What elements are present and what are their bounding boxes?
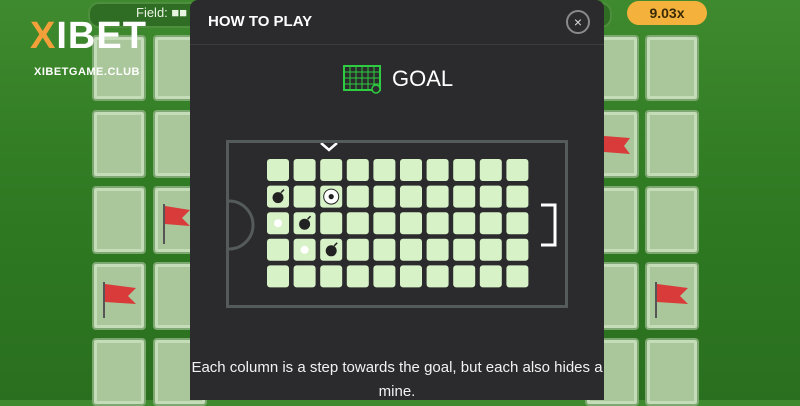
brand-logo: XIBET bbox=[30, 16, 147, 56]
demo-cell bbox=[320, 265, 343, 288]
demo-cell bbox=[346, 238, 369, 261]
demo-cell bbox=[400, 265, 422, 288]
demo-cell bbox=[453, 212, 476, 235]
flag-icon bbox=[103, 282, 136, 318]
demo-cell bbox=[426, 185, 449, 208]
modal-header: HOW TO PLAY × bbox=[190, 0, 604, 45]
demo-pitch bbox=[226, 140, 568, 308]
demo-cell bbox=[400, 212, 422, 235]
path-dot bbox=[300, 245, 309, 254]
instructions-text: Each column is a step towards the goal, … bbox=[191, 359, 603, 400]
demo-cell bbox=[506, 212, 529, 235]
demo-cell bbox=[320, 212, 343, 235]
demo-cell bbox=[373, 212, 396, 235]
demo-cell bbox=[479, 159, 502, 181]
logo-x: X bbox=[30, 15, 57, 57]
board-tile[interactable] bbox=[645, 186, 699, 254]
demo-cell bbox=[267, 238, 289, 261]
demo-cell bbox=[453, 238, 476, 261]
demo-cell bbox=[453, 265, 476, 288]
board-tile[interactable] bbox=[645, 338, 699, 406]
mode-name: GOAL bbox=[392, 66, 454, 91]
demo-cell bbox=[346, 159, 369, 181]
how-to-play-modal: HOW TO PLAY × GOAL Each column is a step… bbox=[190, 0, 604, 400]
goal-net-icon bbox=[343, 65, 381, 94]
board-tile[interactable] bbox=[92, 186, 146, 254]
demo-cell bbox=[506, 238, 529, 261]
demo-cell bbox=[373, 185, 396, 208]
demo-cell bbox=[346, 185, 369, 208]
demo-cell bbox=[293, 265, 316, 288]
flag-icon bbox=[163, 204, 190, 244]
brand-subtitle: XIBETGAME.CLUB bbox=[34, 66, 140, 78]
flag-icon bbox=[655, 282, 688, 318]
path-dot bbox=[274, 219, 282, 228]
demo-cell bbox=[400, 159, 422, 181]
modal-title: HOW TO PLAY bbox=[208, 13, 313, 30]
demo-cell bbox=[453, 185, 476, 208]
demo-cell bbox=[373, 238, 396, 261]
demo-cell bbox=[373, 265, 396, 288]
demo-cell bbox=[479, 265, 502, 288]
board-tile[interactable] bbox=[645, 35, 699, 101]
demo-cell bbox=[400, 238, 422, 261]
logo-text: IBET bbox=[56, 15, 147, 57]
demo-cell bbox=[479, 185, 502, 208]
demo-cell bbox=[373, 159, 396, 181]
demo-cell bbox=[453, 159, 476, 181]
demo-grid bbox=[267, 159, 529, 288]
multiplier-badge: 9.03x bbox=[627, 1, 707, 25]
demo-cell bbox=[346, 265, 369, 288]
ball-icon bbox=[323, 188, 340, 205]
close-button[interactable]: × bbox=[566, 10, 590, 34]
demo-cell bbox=[426, 265, 449, 288]
demo-cell bbox=[346, 212, 369, 235]
demo-cell bbox=[506, 265, 529, 288]
demo-cell bbox=[426, 238, 449, 261]
board-tile[interactable] bbox=[92, 338, 146, 406]
demo-cell bbox=[320, 159, 343, 181]
demo-cell bbox=[426, 212, 449, 235]
board-tile[interactable] bbox=[645, 110, 699, 178]
flag-icon bbox=[604, 136, 630, 154]
demo-cell bbox=[267, 265, 289, 288]
demo-cell bbox=[506, 185, 529, 208]
demo-cell bbox=[479, 212, 502, 235]
demo-cell bbox=[400, 185, 422, 208]
demo-cell bbox=[479, 238, 502, 261]
demo-cell bbox=[293, 185, 316, 208]
board-tile[interactable] bbox=[92, 110, 146, 178]
demo-cell bbox=[267, 159, 289, 181]
demo-cell bbox=[293, 159, 316, 181]
demo-cell bbox=[506, 159, 529, 181]
demo-cell bbox=[426, 159, 449, 181]
